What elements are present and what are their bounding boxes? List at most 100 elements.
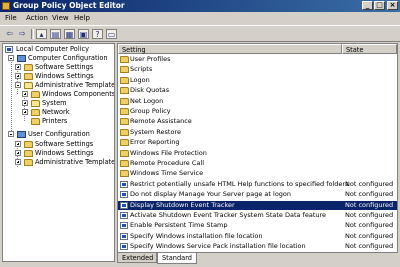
policy-setting-icon — [120, 180, 128, 188]
expand-icon[interactable] — [15, 73, 21, 79]
column-header-setting[interactable]: Setting — [118, 44, 342, 54]
title-bar: Group Policy Object Editor _ □ × — [0, 0, 400, 12]
folder-open-icon — [24, 82, 33, 89]
minimize-button[interactable]: _ — [362, 1, 373, 10]
table-row[interactable]: Windows File Protection — [118, 149, 397, 158]
folder-icon — [24, 159, 33, 166]
forward-icon[interactable]: ⇨ — [17, 29, 28, 39]
setting-name: Remote Procedure Call — [130, 159, 205, 167]
setting-name: System Restore — [130, 127, 181, 136]
table-row[interactable]: Restrict potentially unsafe HTML Help fu… — [118, 180, 397, 189]
export-list-icon[interactable]: ▣ — [78, 29, 89, 39]
up-folder-icon[interactable]: ▴ — [36, 29, 47, 39]
folder-icon — [120, 66, 129, 74]
table-row[interactable]: Logon — [118, 76, 397, 85]
table-row[interactable]: Enable Persistent Time Stamp Not configur… — [118, 221, 397, 230]
table-row[interactable]: User Profiles — [118, 55, 397, 64]
setting-name: Remote Assistance — [130, 117, 192, 126]
collapse-icon[interactable] — [8, 131, 14, 137]
expand-icon[interactable] — [15, 141, 21, 147]
policy-setting-icon — [120, 201, 128, 209]
maximize-button[interactable]: □ — [374, 1, 385, 10]
setting-name: Group Policy — [130, 107, 171, 115]
folder-icon — [120, 108, 129, 115]
folder-icon — [120, 170, 129, 178]
folder-icon — [120, 97, 129, 105]
policy-setting-icon — [120, 212, 128, 219]
folder-icon — [120, 128, 129, 136]
setting-name: Windows File Protection — [130, 148, 207, 157]
computer-icon — [17, 55, 26, 62]
tree-connector — [11, 55, 12, 135]
setting-state: Not configured — [345, 190, 394, 199]
folder-icon — [31, 118, 40, 125]
setting-state: Not configured — [345, 179, 394, 188]
folder-icon — [120, 87, 129, 95]
collapse-icon[interactable] — [8, 55, 14, 61]
properties-icon[interactable]: ▦ — [64, 29, 75, 39]
policy-setting-icon — [120, 232, 128, 240]
menu-view[interactable]: View — [52, 14, 69, 23]
setting-state: Not configured — [345, 231, 394, 240]
table-row[interactable]: Error Reporting — [118, 138, 397, 147]
table-row[interactable]: Specify Windows installation file locati… — [118, 232, 397, 241]
folder-icon — [24, 150, 33, 157]
setting-state: Not configured — [345, 211, 394, 219]
expand-icon[interactable] — [15, 64, 21, 70]
expand-icon[interactable] — [15, 150, 21, 156]
setting-name: Error Reporting — [130, 138, 180, 147]
table-row[interactable]: Windows Time Service — [118, 169, 397, 178]
view-tabs: Extended Standard — [117, 253, 398, 264]
table-row[interactable]: Specify Windows Service Pack installatio… — [118, 242, 397, 251]
tab-extended[interactable]: Extended — [117, 253, 157, 263]
back-icon[interactable]: ⇦ — [4, 29, 15, 39]
menu-file[interactable]: File — [5, 14, 17, 23]
folder-icon — [24, 73, 33, 80]
settings-list-pane[interactable]: Setting State User Profiles Scripts Logon D… — [117, 43, 398, 253]
folder-icon — [120, 56, 129, 63]
setting-name: Logon — [130, 75, 150, 84]
toolbar-separator — [31, 29, 34, 39]
expand-icon[interactable] — [15, 159, 21, 165]
user-icon — [17, 131, 26, 138]
setting-state: Not configured — [345, 200, 394, 209]
menu-help[interactable]: Help — [74, 14, 90, 23]
expand-icon[interactable] — [22, 100, 28, 106]
policy-setting-icon — [120, 243, 128, 251]
expand-icon[interactable] — [22, 91, 28, 97]
menu-action[interactable]: Action — [26, 14, 48, 23]
folder-icon — [24, 141, 33, 148]
folder-icon — [120, 118, 129, 126]
folder-icon — [120, 76, 129, 84]
table-row[interactable]: Remote Procedure Call — [118, 159, 397, 168]
table-row[interactable]: Disk Quotas — [118, 86, 397, 95]
setting-name: Restrict potentially unsafe HTML Help fu… — [130, 179, 349, 188]
setting-name: Disk Quotas — [130, 86, 170, 95]
expand-icon[interactable] — [22, 109, 28, 115]
column-header-state[interactable]: State — [342, 44, 397, 54]
tab-standard[interactable]: Standard — [157, 253, 197, 264]
table-row[interactable]: Activate Shutdown Event Tracker System S… — [118, 211, 397, 220]
folder-icon — [31, 91, 40, 98]
table-row[interactable]: Net Logon — [118, 97, 397, 106]
table-row[interactable]: System Restore — [118, 128, 397, 137]
show-hide-tree-icon[interactable]: ▤ — [50, 29, 61, 39]
close-button[interactable]: × — [387, 1, 398, 10]
setting-name: Specify Windows installation file locati… — [130, 231, 263, 240]
table-row[interactable]: Display Shutdown Event Tracker Not config… — [118, 200, 397, 210]
table-row[interactable]: Remote Assistance — [118, 117, 397, 126]
console-icon[interactable]: ▭ — [106, 29, 117, 39]
setting-name: Do not display Manage Your Server page a… — [130, 190, 292, 199]
folder-icon — [31, 109, 40, 116]
table-row[interactable]: Scripts — [118, 65, 397, 74]
tree-pane[interactable]: Local Computer Policy Computer Configura… — [2, 43, 115, 262]
collapse-icon[interactable] — [15, 82, 21, 88]
help-icon[interactable]: ? — [92, 29, 103, 39]
table-row[interactable]: Do not display Manage Your Server page a… — [118, 190, 397, 199]
table-row[interactable]: Group Policy — [118, 107, 397, 116]
setting-name: Enable Persistent Time Stamp — [130, 221, 228, 230]
folder-icon — [24, 64, 33, 71]
toolbar: ⇦ ⇨ ▴ ▤ ▦ ▣ ? ▭ — [0, 25, 400, 42]
setting-name: Activate Shutdown Event Tracker System S… — [130, 211, 327, 219]
policy-setting-icon — [120, 222, 128, 230]
